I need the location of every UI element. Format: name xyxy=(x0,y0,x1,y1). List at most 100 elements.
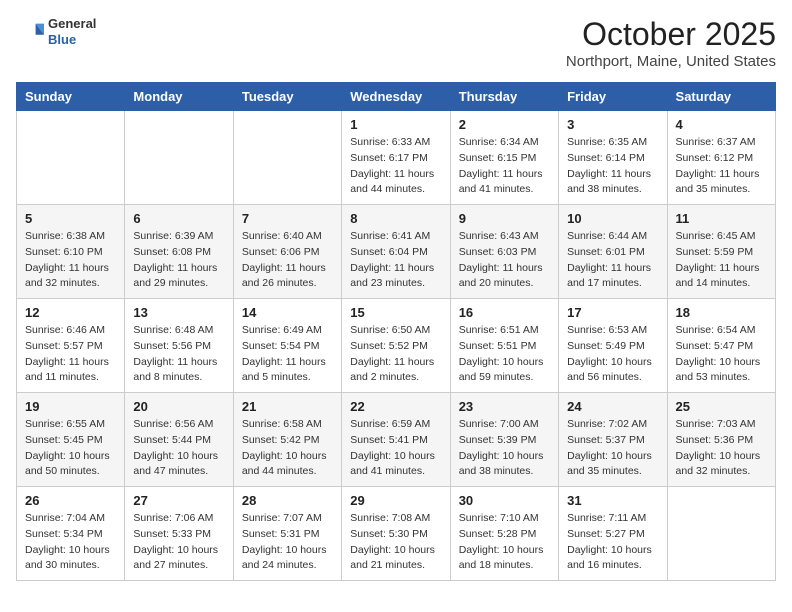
calendar-cell: 16 Sunrise: 6:51 AM Sunset: 5:51 PM Dayli… xyxy=(450,299,558,393)
day-number: 10 xyxy=(567,211,658,226)
calendar-cell: 10Sunrise: 6:44 AM Sunset: 6:01 PM Dayli… xyxy=(559,205,667,299)
calendar-cell: 5Sunrise: 6:38 AM Sunset: 6:10 PM Daylig… xyxy=(17,205,125,299)
title-block: October 2025 Northport, Maine, United St… xyxy=(566,16,776,70)
day-info: Sunrise: 7:08 AM Sunset: 5:30 PM Dayligh… xyxy=(350,511,441,574)
day-number: 21 xyxy=(242,399,333,414)
day-info: Sunrise: 7:06 AM Sunset: 5:33 PM Dayligh… xyxy=(133,511,224,574)
calendar-cell: 8Sunrise: 6:41 AM Sunset: 6:04 PM Daylig… xyxy=(342,205,450,299)
day-number: 23 xyxy=(459,399,550,414)
day-info: Sunrise: 6:51 AM Sunset: 5:51 PM Dayligh… xyxy=(459,323,550,386)
day-info: Sunrise: 7:02 AM Sunset: 5:37 PM Dayligh… xyxy=(567,417,658,480)
calendar-cell: 17 Sunrise: 6:53 AM Sunset: 5:49 PM Dayli… xyxy=(559,299,667,393)
day-number: 29 xyxy=(350,493,441,508)
day-info: Sunrise: 7:00 AM Sunset: 5:39 PM Dayligh… xyxy=(459,417,550,480)
calendar-cell: 11 Sunrise: 6:45 AM Sunset: 5:59 PM Dayli… xyxy=(667,205,775,299)
calendar-table: SundayMondayTuesdayWednesdayThursdayFrid… xyxy=(16,82,776,581)
day-info: Sunrise: 7:10 AM Sunset: 5:28 PM Dayligh… xyxy=(459,511,550,574)
calendar-cell: 20 Sunrise: 6:56 AM Sunset: 5:44 PM Dayli… xyxy=(125,393,233,487)
calendar-cell: 28 Sunrise: 7:07 AM Sunset: 5:31 PM Dayli… xyxy=(233,487,341,581)
day-number: 15 xyxy=(350,305,441,320)
weekday-header: Tuesday xyxy=(233,83,341,111)
weekday-header: Sunday xyxy=(17,83,125,111)
day-info: Sunrise: 6:34 AM Sunset: 6:15 PM Dayligh… xyxy=(459,135,550,198)
logo: General Blue xyxy=(16,16,96,47)
day-number: 11 xyxy=(676,211,767,226)
calendar-cell: 9 Sunrise: 6:43 AM Sunset: 6:03 PM Daylig… xyxy=(450,205,558,299)
day-number: 14 xyxy=(242,305,333,320)
day-info: Sunrise: 6:46 AM Sunset: 5:57 PM Dayligh… xyxy=(25,323,116,386)
day-info: Sunrise: 6:59 AM Sunset: 5:41 PM Dayligh… xyxy=(350,417,441,480)
day-info: Sunrise: 6:48 AM Sunset: 5:56 PM Dayligh… xyxy=(133,323,224,386)
day-info: Sunrise: 7:07 AM Sunset: 5:31 PM Dayligh… xyxy=(242,511,333,574)
weekday-header: Saturday xyxy=(667,83,775,111)
calendar-cell: 14 Sunrise: 6:49 AM Sunset: 5:54 PM Dayli… xyxy=(233,299,341,393)
weekday-header-row: SundayMondayTuesdayWednesdayThursdayFrid… xyxy=(17,83,776,111)
calendar-cell xyxy=(667,487,775,581)
calendar-cell: 7 Sunrise: 6:40 AM Sunset: 6:06 PM Daylig… xyxy=(233,205,341,299)
weekday-header: Wednesday xyxy=(342,83,450,111)
day-info: Sunrise: 6:45 AM Sunset: 5:59 PM Dayligh… xyxy=(676,229,767,292)
calendar-week-row: 26Sunrise: 7:04 AM Sunset: 5:34 PM Dayli… xyxy=(17,487,776,581)
page-header: General Blue October 2025 Northport, Mai… xyxy=(16,16,776,70)
calendar-cell: 29 Sunrise: 7:08 AM Sunset: 5:30 PM Dayli… xyxy=(342,487,450,581)
day-number: 7 xyxy=(242,211,333,226)
day-info: Sunrise: 6:56 AM Sunset: 5:44 PM Dayligh… xyxy=(133,417,224,480)
calendar-cell: 22Sunrise: 6:59 AM Sunset: 5:41 PM Dayli… xyxy=(342,393,450,487)
calendar-cell: 13 Sunrise: 6:48 AM Sunset: 5:56 PM Dayli… xyxy=(125,299,233,393)
day-number: 9 xyxy=(459,211,550,226)
day-number: 27 xyxy=(133,493,224,508)
calendar-cell: 12 Sunrise: 6:46 AM Sunset: 5:57 PM Dayli… xyxy=(17,299,125,393)
month-title: October 2025 xyxy=(566,16,776,53)
location: Northport, Maine, United States xyxy=(566,53,776,70)
calendar-week-row: 1 Sunrise: 6:33 AM Sunset: 6:17 PM Daylig… xyxy=(17,111,776,205)
calendar-cell: 2 Sunrise: 6:34 AM Sunset: 6:15 PM Daylig… xyxy=(450,111,558,205)
day-number: 16 xyxy=(459,305,550,320)
logo-text: General Blue xyxy=(48,16,96,47)
day-number: 24 xyxy=(567,399,658,414)
calendar-cell: 26Sunrise: 7:04 AM Sunset: 5:34 PM Dayli… xyxy=(17,487,125,581)
day-number: 19 xyxy=(25,399,116,414)
day-info: Sunrise: 6:53 AM Sunset: 5:49 PM Dayligh… xyxy=(567,323,658,386)
calendar-cell: 18Sunrise: 6:54 AM Sunset: 5:47 PM Dayli… xyxy=(667,299,775,393)
weekday-header: Thursday xyxy=(450,83,558,111)
calendar-cell: 15 Sunrise: 6:50 AM Sunset: 5:52 PM Dayli… xyxy=(342,299,450,393)
day-info: Sunrise: 6:55 AM Sunset: 5:45 PM Dayligh… xyxy=(25,417,116,480)
calendar-cell: 23 Sunrise: 7:00 AM Sunset: 5:39 PM Dayli… xyxy=(450,393,558,487)
day-info: Sunrise: 6:50 AM Sunset: 5:52 PM Dayligh… xyxy=(350,323,441,386)
day-number: 20 xyxy=(133,399,224,414)
day-number: 4 xyxy=(676,117,767,132)
day-number: 3 xyxy=(567,117,658,132)
day-number: 8 xyxy=(350,211,441,226)
calendar-week-row: 12 Sunrise: 6:46 AM Sunset: 5:57 PM Dayli… xyxy=(17,299,776,393)
calendar-cell xyxy=(233,111,341,205)
day-info: Sunrise: 6:49 AM Sunset: 5:54 PM Dayligh… xyxy=(242,323,333,386)
calendar-cell: 27 Sunrise: 7:06 AM Sunset: 5:33 PM Dayli… xyxy=(125,487,233,581)
calendar-week-row: 5Sunrise: 6:38 AM Sunset: 6:10 PM Daylig… xyxy=(17,205,776,299)
day-info: Sunrise: 6:43 AM Sunset: 6:03 PM Dayligh… xyxy=(459,229,550,292)
weekday-header: Monday xyxy=(125,83,233,111)
day-number: 13 xyxy=(133,305,224,320)
calendar-cell xyxy=(17,111,125,205)
day-number: 28 xyxy=(242,493,333,508)
calendar-cell: 4Sunrise: 6:37 AM Sunset: 6:12 PM Daylig… xyxy=(667,111,775,205)
day-info: Sunrise: 6:54 AM Sunset: 5:47 PM Dayligh… xyxy=(676,323,767,386)
day-number: 5 xyxy=(25,211,116,226)
day-info: Sunrise: 7:04 AM Sunset: 5:34 PM Dayligh… xyxy=(25,511,116,574)
day-number: 6 xyxy=(133,211,224,226)
day-info: Sunrise: 6:39 AM Sunset: 6:08 PM Dayligh… xyxy=(133,229,224,292)
day-number: 17 xyxy=(567,305,658,320)
logo-blue: Blue xyxy=(48,32,96,48)
day-number: 2 xyxy=(459,117,550,132)
logo-general: General xyxy=(48,16,96,32)
calendar-cell: 31Sunrise: 7:11 AM Sunset: 5:27 PM Dayli… xyxy=(559,487,667,581)
calendar-cell xyxy=(125,111,233,205)
day-number: 1 xyxy=(350,117,441,132)
weekday-header: Friday xyxy=(559,83,667,111)
day-info: Sunrise: 6:58 AM Sunset: 5:42 PM Dayligh… xyxy=(242,417,333,480)
day-info: Sunrise: 6:40 AM Sunset: 6:06 PM Dayligh… xyxy=(242,229,333,292)
day-number: 12 xyxy=(25,305,116,320)
calendar-cell: 21 Sunrise: 6:58 AM Sunset: 5:42 PM Dayli… xyxy=(233,393,341,487)
day-info: Sunrise: 7:11 AM Sunset: 5:27 PM Dayligh… xyxy=(567,511,658,574)
day-number: 25 xyxy=(676,399,767,414)
day-info: Sunrise: 6:33 AM Sunset: 6:17 PM Dayligh… xyxy=(350,135,441,198)
